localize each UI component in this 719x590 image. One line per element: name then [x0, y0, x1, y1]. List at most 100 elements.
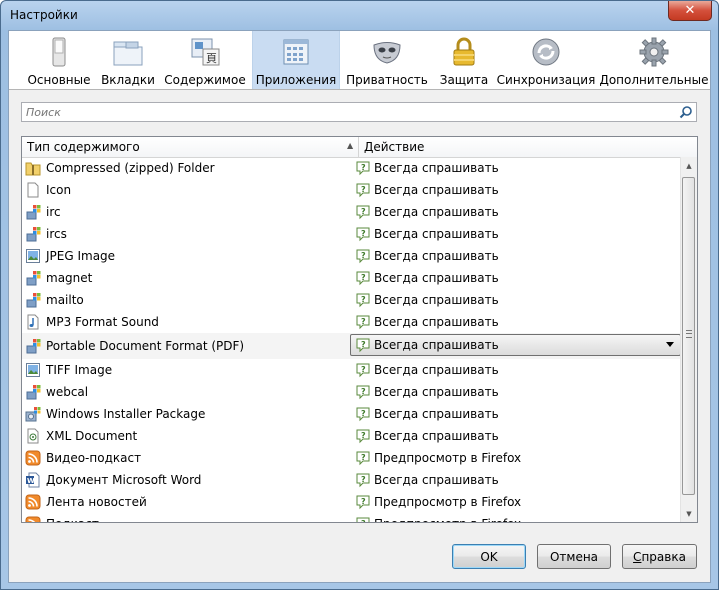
rss-feed-icon	[25, 450, 41, 466]
rows-container: Compressed (zipped) Folder? Всегда спраши…	[22, 157, 682, 523]
ask-speech-bubble-icon: ?	[355, 384, 371, 400]
content-type-label: Windows Installer Package	[46, 407, 206, 421]
list-item[interactable]: Portable Document Format (PDF)? Всегда сп…	[22, 333, 682, 359]
ok-label: OK	[480, 549, 498, 564]
svg-text:?: ?	[361, 453, 366, 462]
ask-speech-bubble-icon: ?	[355, 226, 371, 242]
svg-text:?: ?	[361, 317, 366, 326]
action-label: Всегда спрашивать	[374, 205, 499, 219]
tab-label: Синхронизация	[496, 73, 596, 87]
title-bar[interactable]: Настройки ✕	[1, 1, 718, 31]
tabs-icon	[112, 36, 144, 68]
action-label: Всегда спрашивать	[374, 385, 499, 399]
content-type-label: Icon	[46, 183, 72, 197]
tab-content[interactable]: 頁 Содержимое	[164, 31, 246, 89]
mask-icon	[371, 36, 403, 68]
close-button[interactable]: ✕	[668, 1, 712, 21]
list-item[interactable]: irc? Всегда спрашивать	[22, 201, 682, 223]
close-icon: ✕	[684, 3, 696, 18]
tab-security[interactable]: Защита	[436, 31, 492, 89]
sync-icon	[530, 36, 562, 68]
list-item[interactable]: Windows Installer Package? Всегда спрашив…	[22, 403, 682, 425]
content-type-label: Compressed (zipped) Folder	[46, 161, 215, 175]
settings-window: Настройки ✕ Основные Вкладки 頁 Содержимо…	[0, 0, 719, 590]
svg-text:?: ?	[361, 273, 366, 282]
list-item[interactable]: TIFF Image? Всегда спрашивать	[22, 359, 682, 381]
content-type-label: Лента новостей	[46, 495, 147, 509]
tab-sync[interactable]: Синхронизация	[496, 31, 596, 89]
help-button[interactable]: Справка	[622, 544, 697, 569]
svg-text:?: ?	[361, 519, 366, 523]
search-box[interactable]	[21, 102, 697, 122]
column-divider[interactable]	[358, 137, 359, 157]
ask-speech-bubble-icon: ?	[355, 428, 371, 444]
cancel-label: Отмена	[549, 549, 599, 564]
ask-speech-bubble-icon: ?	[355, 406, 371, 422]
list-item[interactable]: JPEG Image? Всегда спрашивать	[22, 245, 682, 267]
content-type-label: JPEG Image	[46, 249, 116, 263]
scroll-down-arrow-icon[interactable]: ▼	[681, 505, 697, 522]
action-dropdown[interactable]: ? Всегда спрашивать	[350, 334, 681, 356]
list-item[interactable]: W Документ Microsoft Word? Всегда спрашива…	[22, 469, 682, 491]
action-label: Всегда спрашивать	[374, 183, 499, 197]
window-title: Настройки	[10, 8, 78, 22]
list-item[interactable]: Icon? Всегда спрашивать	[22, 179, 682, 201]
vertical-scrollbar[interactable]: ▲ ▼	[680, 157, 697, 522]
tab-privacy[interactable]: Приватность	[346, 31, 428, 89]
tab-advanced[interactable]: Дополнительные	[599, 31, 709, 89]
dropdown-arrow-icon	[666, 342, 674, 347]
search-icon[interactable]	[679, 105, 693, 119]
blank-file-icon	[25, 182, 41, 198]
applications-icon	[280, 36, 312, 68]
list-item[interactable]: mailto? Всегда спрашивать	[22, 289, 682, 311]
list-item[interactable]: Подкаст? Предпросмотр в Firefox	[22, 513, 682, 523]
list-item[interactable]: MP3 Format Sound? Всегда спрашивать	[22, 311, 682, 333]
windows-app-icon	[25, 338, 41, 354]
rss-feed-icon	[25, 516, 41, 522]
ask-speech-bubble-icon: ?	[355, 472, 371, 488]
tab-general[interactable]: Основные	[20, 31, 98, 89]
image-file-icon	[25, 362, 41, 378]
padlock-icon	[448, 36, 480, 68]
list-item[interactable]: magnet? Всегда спрашивать	[22, 267, 682, 289]
list-item[interactable]: Compressed (zipped) Folder? Всегда спраши…	[22, 157, 682, 179]
ask-speech-bubble-icon: ?	[355, 337, 371, 353]
svg-text:?: ?	[361, 229, 366, 238]
action-label: Всегда спрашивать	[374, 363, 499, 377]
content-type-label: MP3 Format Sound	[46, 315, 159, 329]
list-item[interactable]: Видео-подкаст? Предпросмотр в Firefox	[22, 447, 682, 469]
list-item[interactable]: ircs? Всегда спрашивать	[22, 223, 682, 245]
content-type-label: irc	[46, 205, 61, 219]
list-header: Тип содержимого ▲ Действие	[22, 137, 697, 158]
ask-speech-bubble-icon: ?	[355, 204, 371, 220]
svg-text:?: ?	[361, 185, 366, 194]
image-file-icon	[25, 248, 41, 264]
column-header-action[interactable]: Действие	[364, 140, 424, 154]
list-item[interactable]: Лента новостей? Предпросмотр в Firefox	[22, 491, 682, 513]
tab-applications[interactable]: Приложения	[252, 31, 340, 89]
scrollbar-thumb[interactable]	[682, 177, 695, 495]
action-label: Всегда спрашивать	[374, 429, 499, 443]
tab-label: Содержимое	[164, 73, 246, 87]
list-item[interactable]: XML Document? Всегда спрашивать	[22, 425, 682, 447]
ask-speech-bubble-icon: ?	[355, 450, 371, 466]
cancel-button[interactable]: Отмена	[537, 544, 611, 569]
help-accesskey: С	[633, 549, 642, 564]
scroll-up-arrow-icon[interactable]: ▲	[681, 157, 697, 174]
gear-icon	[638, 36, 670, 68]
content-type-label: Документ Microsoft Word	[46, 473, 202, 487]
content-type-list: Тип содержимого ▲ Действие Compressed (z…	[21, 136, 698, 523]
tab-label: Дополнительные	[599, 73, 709, 87]
search-input[interactable]	[26, 104, 666, 120]
action-label: Всегда спрашивать	[374, 293, 499, 307]
switch-icon	[43, 36, 75, 68]
list-item[interactable]: webcal? Всегда спрашивать	[22, 381, 682, 403]
ok-button[interactable]: OK	[452, 544, 526, 569]
column-header-content-type[interactable]: Тип содержимого	[27, 140, 140, 154]
action-label: Предпросмотр в Firefox	[374, 517, 521, 522]
tab-tabs[interactable]: Вкладки	[98, 31, 158, 89]
svg-text:?: ?	[361, 387, 366, 396]
tab-label: Приватность	[346, 73, 428, 87]
sort-ascending-icon: ▲	[347, 141, 354, 150]
preferences-toolbar: Основные Вкладки 頁 Содержимое Приложения	[9, 31, 710, 90]
